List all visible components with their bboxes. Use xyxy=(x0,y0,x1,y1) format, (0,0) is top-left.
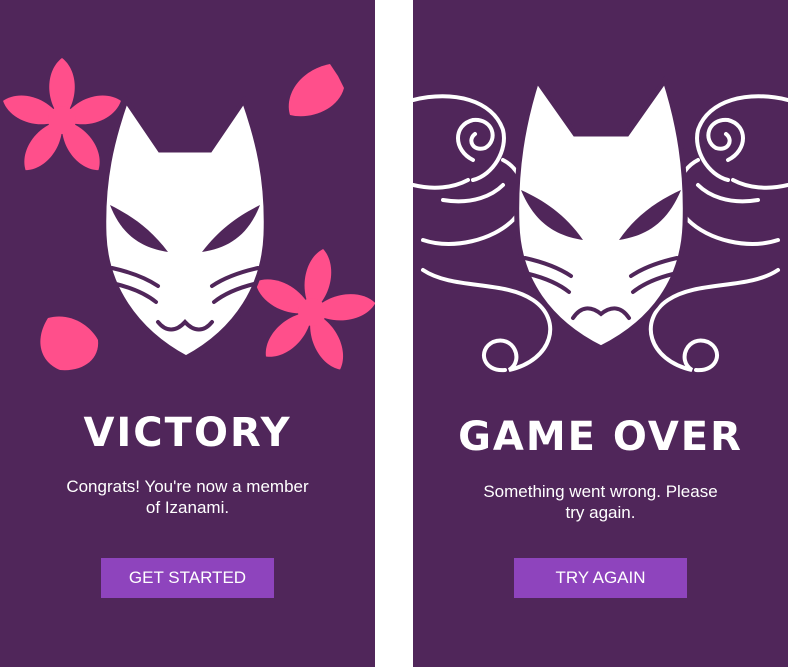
kitsune-mask-icon xyxy=(101,94,269,361)
cherry-blossom-icon xyxy=(255,248,375,370)
get-started-button[interactable]: GET STARTED xyxy=(101,558,274,598)
game-over-message: Something went wrong. Please try again. xyxy=(483,482,718,522)
cherry-petal-icon xyxy=(40,316,99,371)
game-over-illustration xyxy=(413,74,788,373)
game-over-screen: GAME OVER Something went wrong. Please t… xyxy=(413,0,788,667)
cherry-blossom-icon xyxy=(3,58,121,171)
try-again-button[interactable]: TRY AGAIN xyxy=(514,558,687,598)
victory-title: VICTORY xyxy=(83,410,292,456)
cherry-petal-icon xyxy=(288,64,344,117)
victory-message: Congrats! You're now a member of Izanami… xyxy=(66,477,309,517)
game-over-title: GAME OVER xyxy=(458,414,743,460)
victory-illustration xyxy=(3,58,375,371)
victory-screen: VICTORY Congrats! You're now a member of… xyxy=(0,0,375,667)
